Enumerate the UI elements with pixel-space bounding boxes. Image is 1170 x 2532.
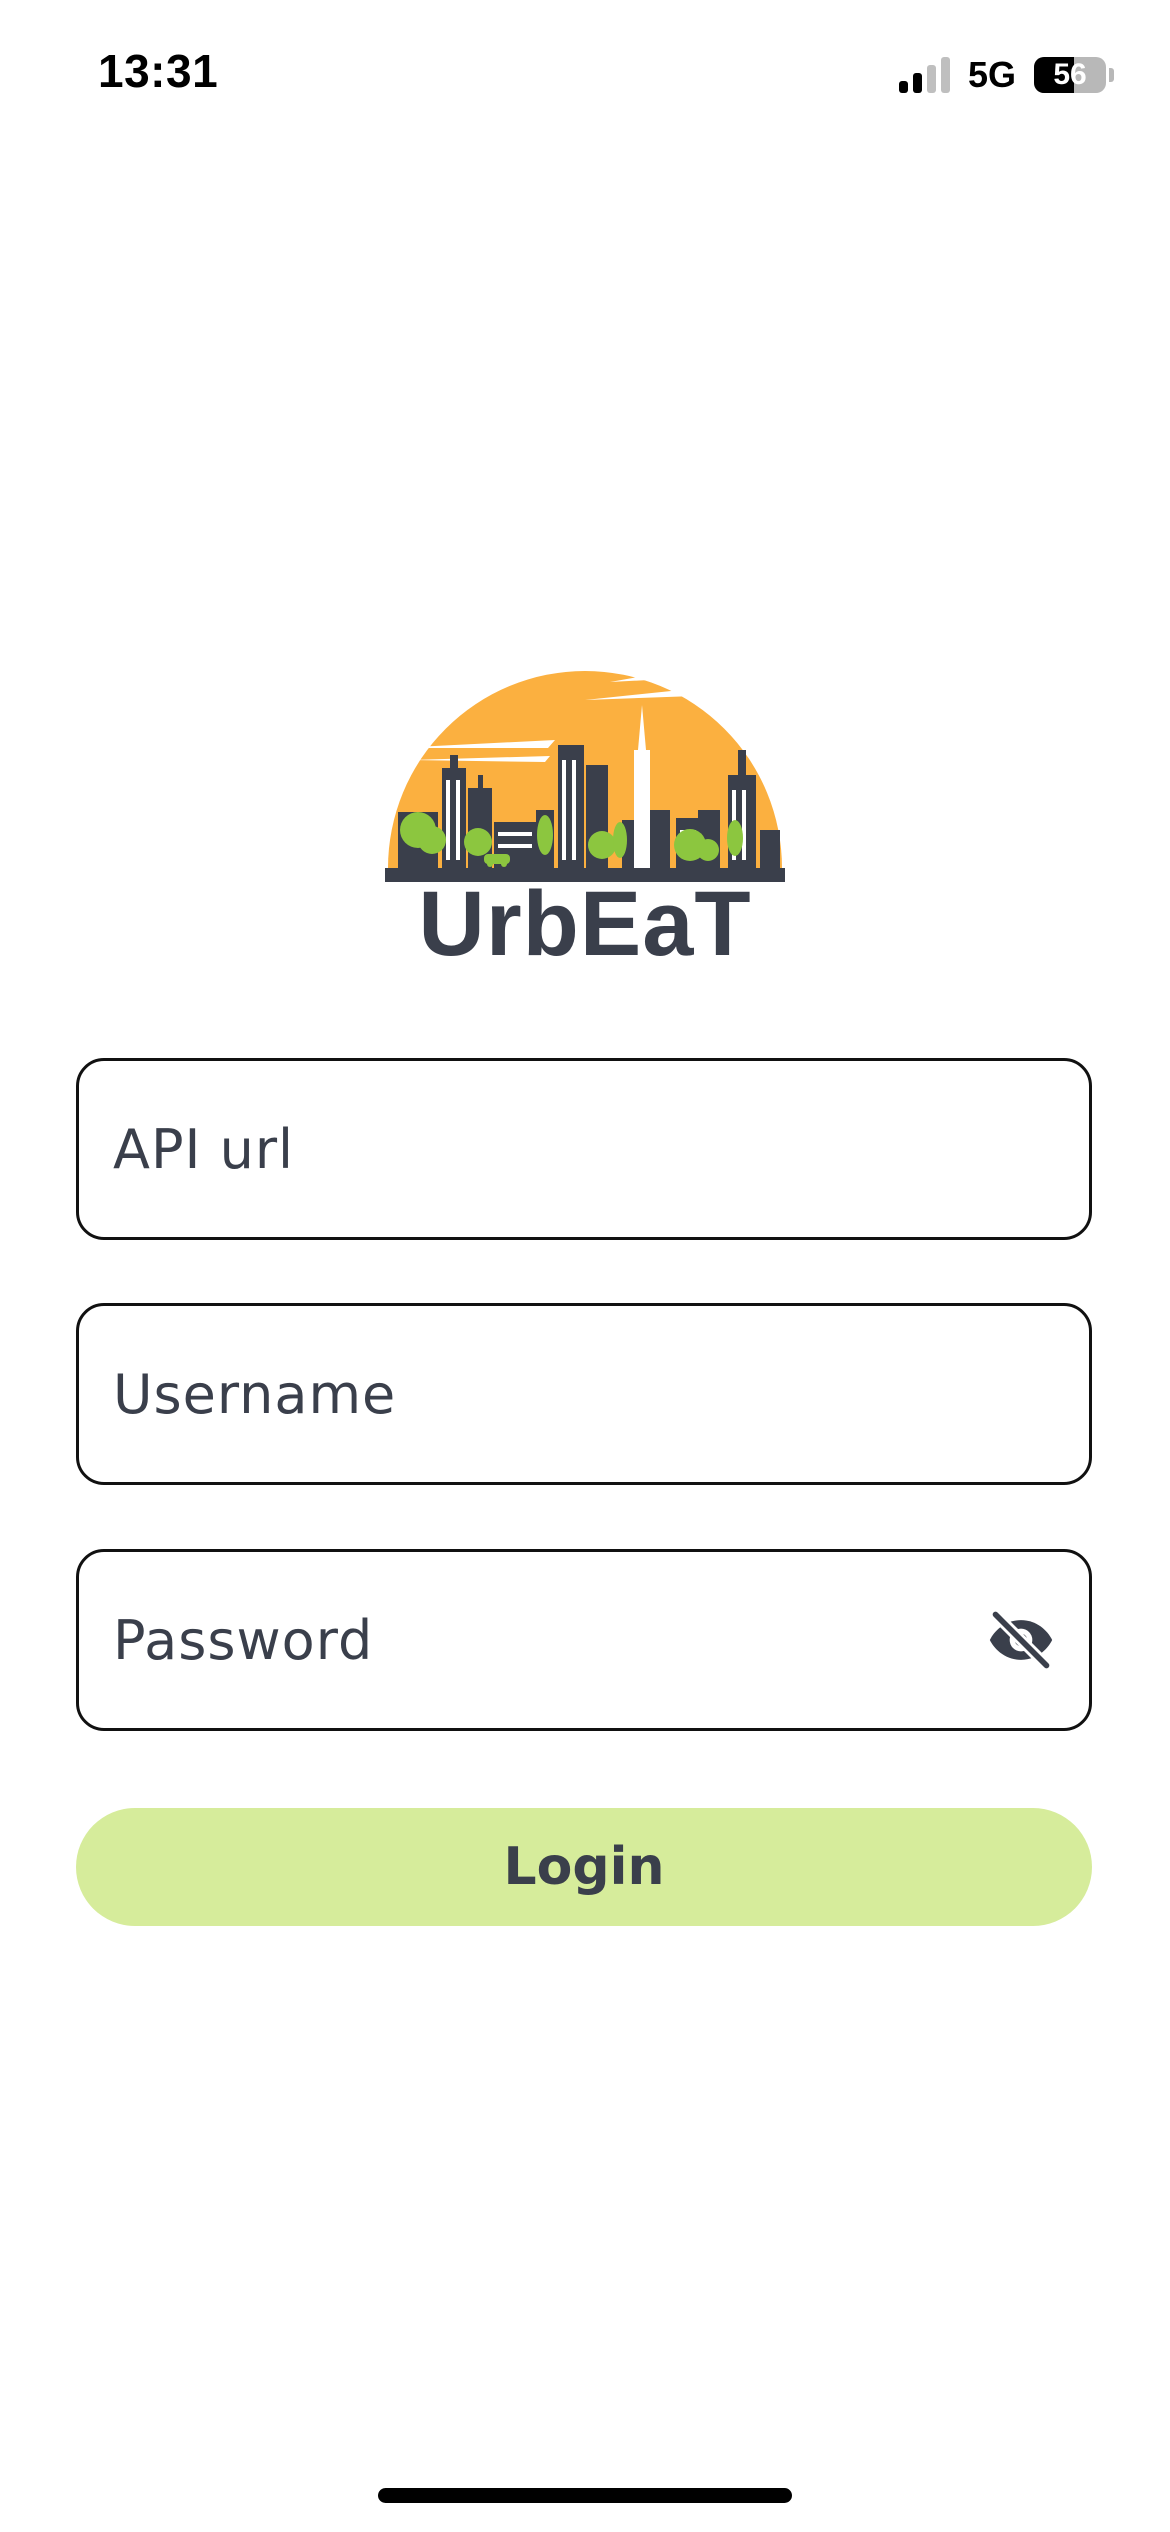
api-url-input[interactable]	[113, 1061, 973, 1237]
city-skyline-icon	[385, 664, 785, 882]
eye-off-icon[interactable]	[985, 1604, 1057, 1676]
battery-percent: 56	[1053, 58, 1087, 91]
username-input[interactable]	[113, 1306, 973, 1482]
app-logo: UrbEaT	[380, 600, 790, 980]
username-field[interactable]	[76, 1303, 1092, 1485]
password-input[interactable]	[113, 1552, 973, 1728]
network-label: 5G	[967, 54, 1016, 95]
status-time: 13:31	[98, 45, 219, 97]
signal-icon	[898, 57, 950, 93]
status-indicators: 5G 56	[898, 52, 1114, 98]
api-url-field[interactable]	[76, 1058, 1092, 1240]
password-field[interactable]	[76, 1549, 1092, 1731]
app-logo-text: UrbEaT	[418, 873, 752, 975]
home-indicator[interactable]	[378, 2488, 792, 2503]
login-button[interactable]: Login	[76, 1808, 1092, 1926]
status-bar: 13:31 5G 56	[0, 0, 1170, 150]
battery-icon: 56	[1034, 57, 1106, 93]
